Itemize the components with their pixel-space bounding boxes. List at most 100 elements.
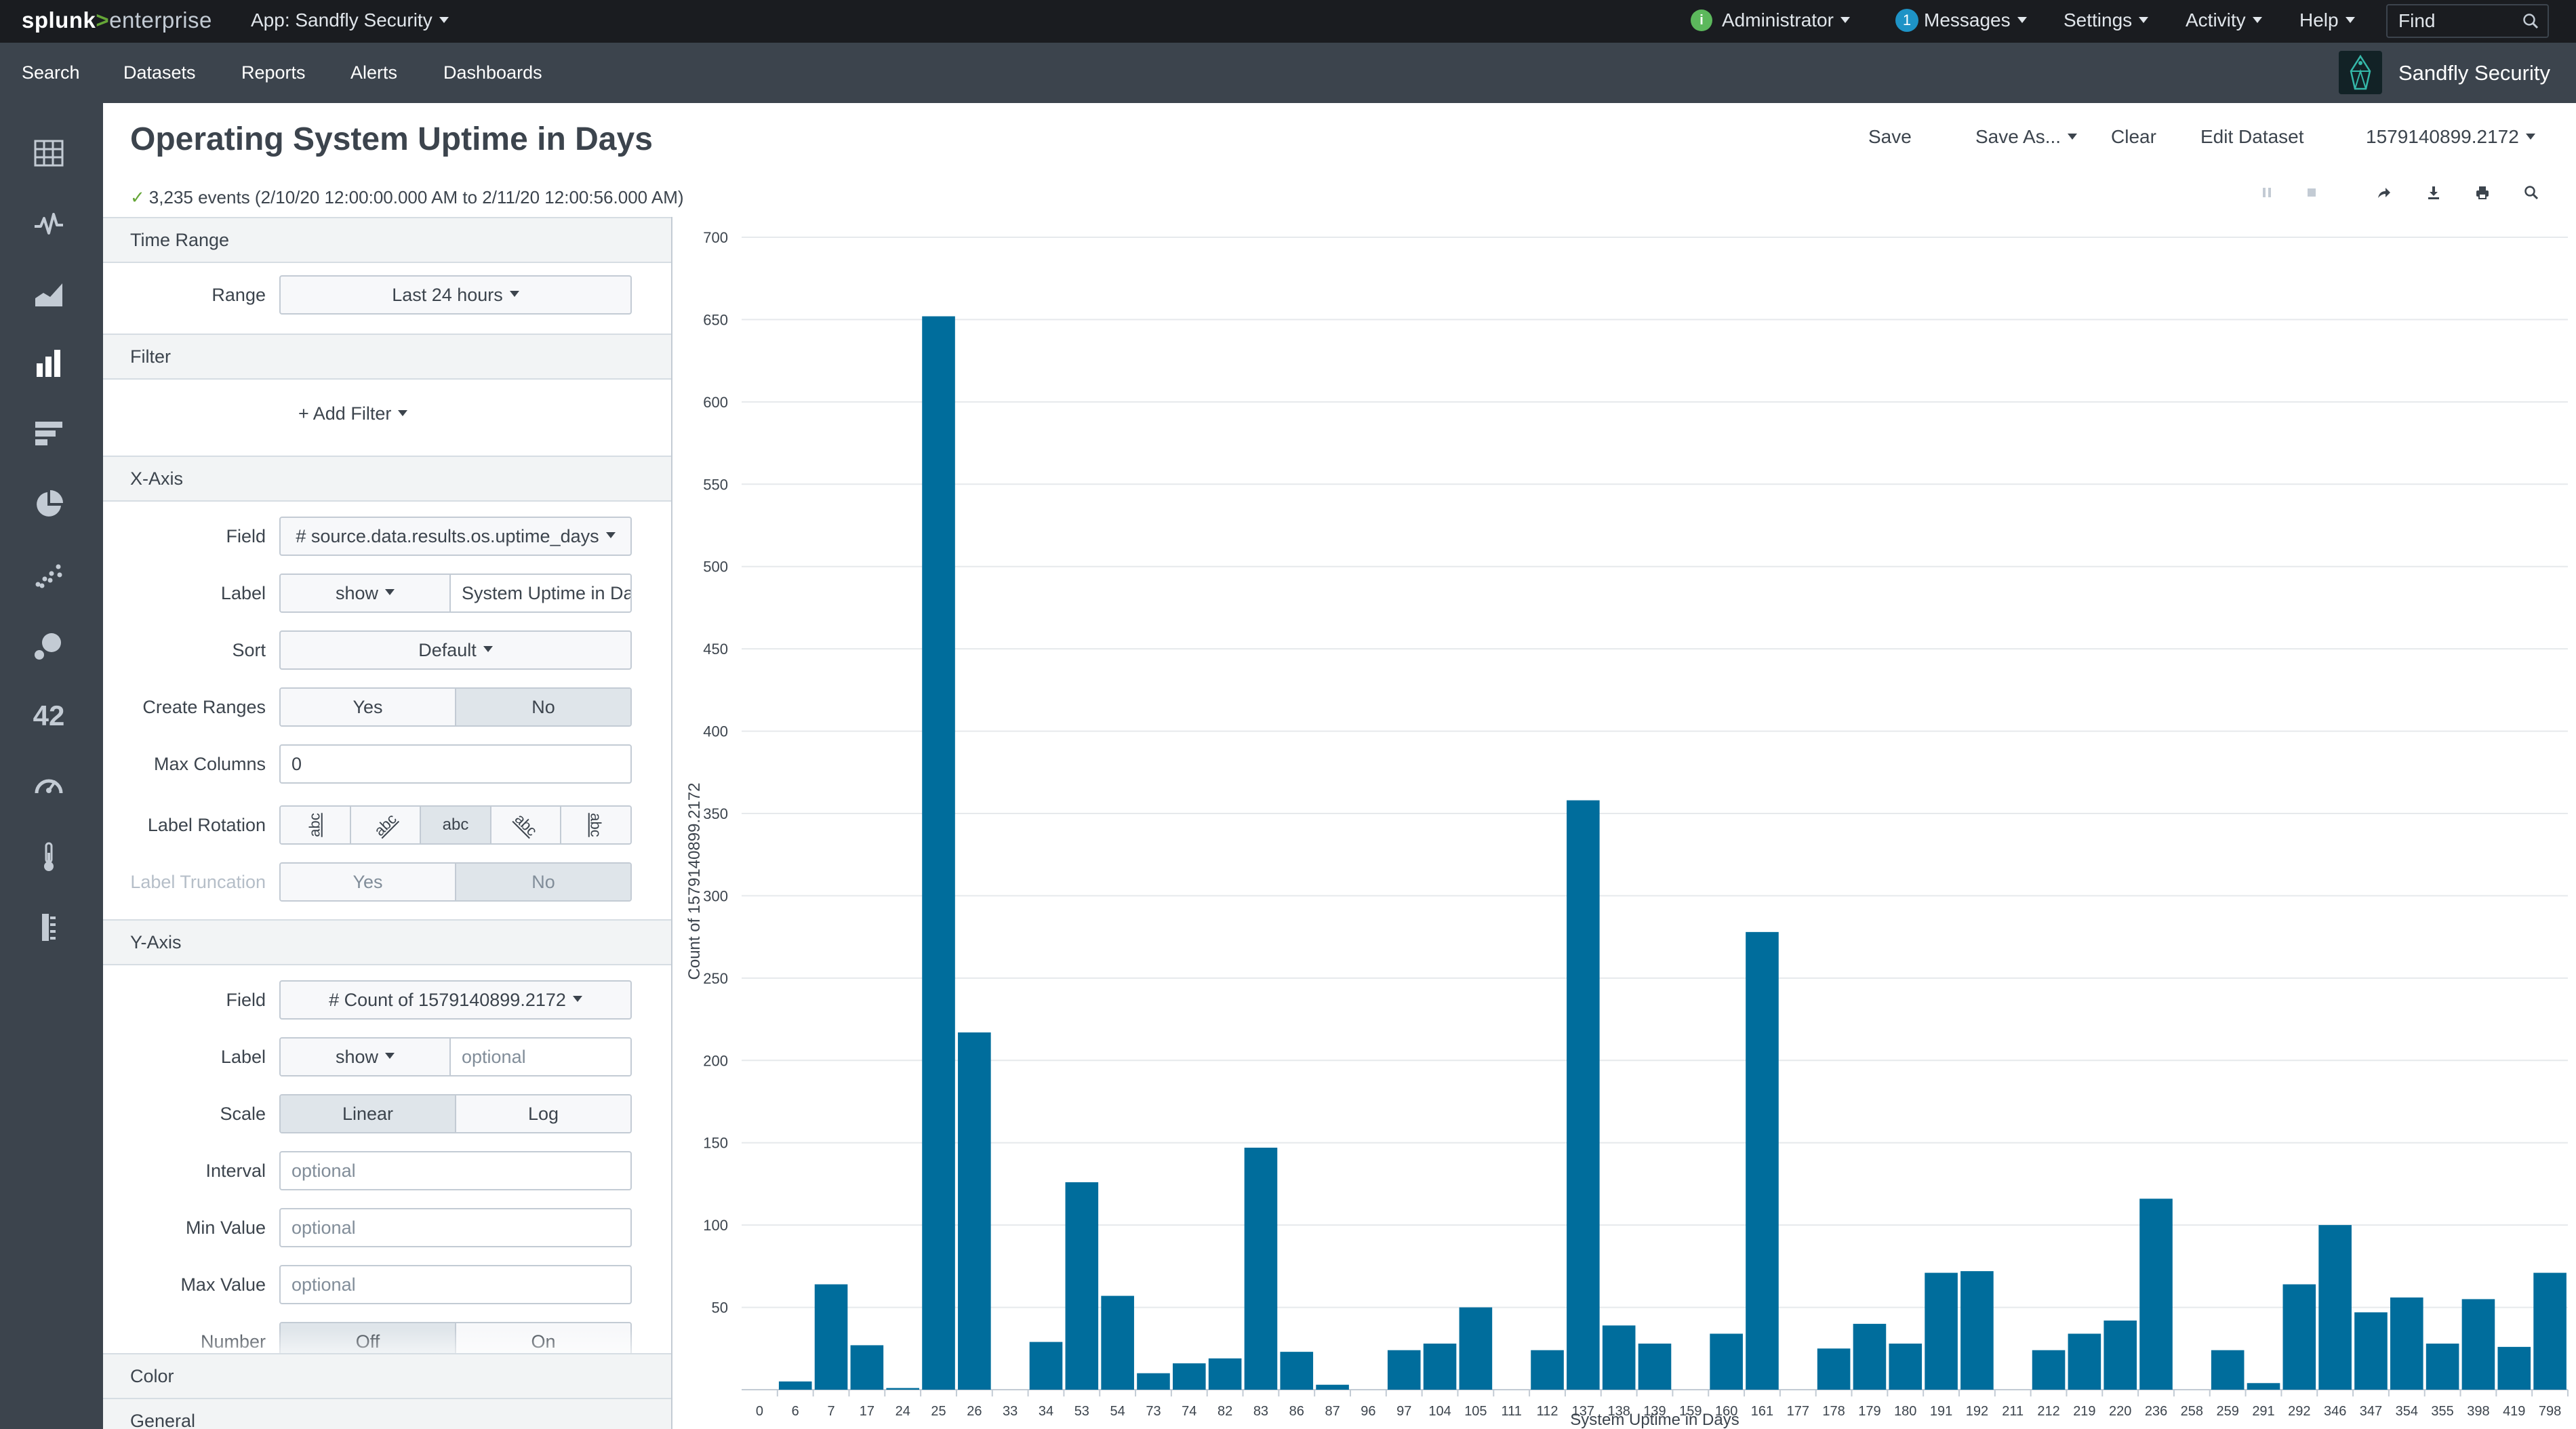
nav-datasets[interactable]: Datasets [123, 43, 196, 103]
y-label-input[interactable] [462, 1046, 630, 1068]
time-range-picker[interactable]: Last 24 hours [279, 275, 632, 315]
section-general[interactable]: General [103, 1398, 671, 1429]
scatter-chart-icon[interactable] [31, 557, 66, 592]
bar [1172, 1363, 1206, 1390]
area-chart-icon[interactable] [31, 277, 66, 312]
pie-chart-icon[interactable] [31, 487, 66, 522]
label-truncation-yes[interactable]: Yes [281, 864, 456, 900]
y-tick-label: 700 [703, 229, 728, 246]
app-menu[interactable]: App: Sandfly Security [251, 0, 449, 43]
print-icon[interactable] [2473, 183, 2492, 202]
radial-gauge-icon[interactable] [31, 769, 66, 804]
y-tick-label: 200 [703, 1052, 728, 1069]
x-tick-label: 73 [1146, 1404, 1161, 1419]
bubble-chart-icon[interactable] [31, 628, 66, 663]
stop-icon[interactable] [2302, 183, 2321, 202]
statistics-table-icon[interactable] [31, 136, 66, 171]
help-menu[interactable]: Help [2299, 0, 2355, 43]
create-ranges-yes[interactable]: Yes [281, 689, 456, 725]
checkmark-icon: ✓ [130, 187, 145, 207]
add-filter-button[interactable]: + Add Filter [298, 403, 408, 424]
nav-alerts[interactable]: Alerts [350, 43, 397, 103]
y-field-picker[interactable]: # Count of 1579140899.2172 [279, 980, 632, 1020]
rotate-right-90-icon: abc [588, 813, 605, 837]
x-axis-title: System Uptime in Days [1570, 1411, 1739, 1429]
clear-button[interactable]: Clear [2111, 126, 2156, 148]
x-field-picker[interactable]: # source.data.results.os.uptime_days [279, 517, 632, 556]
x-tick-label: 259 [2216, 1404, 2238, 1419]
dataset-menu[interactable]: 1579140899.2172 [2366, 126, 2535, 148]
rotation-90[interactable]: abc [561, 807, 630, 843]
rotation-minus-90[interactable]: abc [281, 807, 351, 843]
event-count-status: ✓ 3,235 events (2/10/20 12:00:00.000 AM t… [130, 187, 684, 208]
save-as-button[interactable]: Save As... [1975, 126, 2078, 148]
edit-dataset-button[interactable]: Edit Dataset [2200, 126, 2304, 148]
column-chart-icon[interactable] [31, 346, 66, 381]
rotation-minus-45[interactable]: abc [350, 807, 422, 843]
section-time-range[interactable]: Time Range [103, 217, 671, 263]
label-rotation-control: abc abc abc abc abc [279, 805, 632, 845]
section-x-axis[interactable]: X-Axis [103, 456, 671, 502]
search-icon[interactable] [2522, 183, 2541, 202]
bar [2318, 1225, 2352, 1390]
messages-menu[interactable]: 1 Messages [1895, 0, 2027, 43]
nav-dashboards[interactable]: Dashboards [443, 43, 542, 103]
marker-gauge-icon[interactable] [31, 910, 66, 945]
section-y-axis[interactable]: Y-Axis [103, 919, 671, 965]
settings-menu[interactable]: Settings [2064, 0, 2149, 43]
label-truncation-no[interactable]: No [456, 864, 630, 900]
bar [1567, 800, 1600, 1390]
x-label-input[interactable] [462, 582, 630, 604]
min-value-input[interactable] [291, 1217, 630, 1239]
x-sort-dropdown[interactable]: Default [279, 630, 632, 670]
interval-input[interactable] [291, 1160, 630, 1182]
create-ranges-label: Create Ranges [142, 697, 266, 717]
find-input[interactable] [2388, 5, 2523, 37]
y-tick-label: 600 [703, 394, 728, 411]
nav-search[interactable]: Search [22, 43, 80, 103]
user-menu[interactable]: i Administrator [1691, 0, 1850, 43]
x-label-mode-value: show [335, 582, 379, 603]
create-ranges-no[interactable]: No [456, 689, 630, 725]
rotation-0[interactable]: abc [421, 807, 491, 843]
max-value-input[interactable] [291, 1274, 630, 1295]
scale-linear[interactable]: Linear [281, 1095, 456, 1132]
x-tick-label: 0 [756, 1404, 763, 1419]
rotation-45[interactable]: abc [491, 807, 562, 843]
column-chart: 50 100 150 200 250 300 350 400 450 500 550 600 650 70… [672, 217, 2576, 1429]
nav-reports[interactable]: Reports [241, 43, 306, 103]
save-button[interactable]: Save [1868, 126, 1912, 148]
x-tick-label: 161 [1751, 1404, 1773, 1419]
section-color[interactable]: Color [103, 1353, 671, 1399]
chevron-down-icon [2345, 17, 2355, 24]
pause-icon[interactable] [2257, 183, 2276, 202]
filler-gauge-icon[interactable] [31, 839, 66, 874]
max-columns-input[interactable] [291, 753, 630, 775]
x-tick-label: 34 [1039, 1404, 1053, 1419]
top-bar: splunk>enterprise App: Sandfly Security … [0, 0, 2576, 43]
scale-label: Scale [220, 1104, 266, 1124]
y-label-mode-dropdown[interactable]: show [281, 1039, 451, 1075]
rotate-right-45-icon: abc [511, 810, 541, 840]
x-tick-label: 798 [2539, 1404, 2561, 1419]
x-tick-label: 347 [2360, 1404, 2382, 1419]
splunk-logo[interactable]: splunk>enterprise [22, 0, 212, 43]
x-tick-label: 33 [1003, 1404, 1018, 1419]
single-value-icon[interactable]: 42 [31, 698, 66, 733]
bar-chart-icon[interactable] [31, 416, 66, 451]
label-truncation-toggle: Yes No [279, 862, 632, 902]
x-tick-label: 179 [1858, 1404, 1880, 1419]
scale-log[interactable]: Log [456, 1095, 630, 1132]
x-label-mode-dropdown[interactable]: show [281, 575, 451, 611]
y-tick-label: 650 [703, 311, 728, 328]
section-filter[interactable]: Filter [103, 334, 671, 380]
activity-menu[interactable]: Activity [2186, 0, 2262, 43]
search-icon[interactable] [2522, 12, 2539, 30]
x-tick-label: 86 [1289, 1404, 1304, 1419]
info-circle-icon[interactable]: i [1691, 9, 1712, 31]
bar [1280, 1352, 1314, 1390]
export-icon[interactable] [2424, 183, 2443, 202]
x-tick-label: 220 [2109, 1404, 2131, 1419]
line-chart-icon[interactable] [31, 206, 66, 241]
share-icon[interactable] [2374, 183, 2393, 202]
